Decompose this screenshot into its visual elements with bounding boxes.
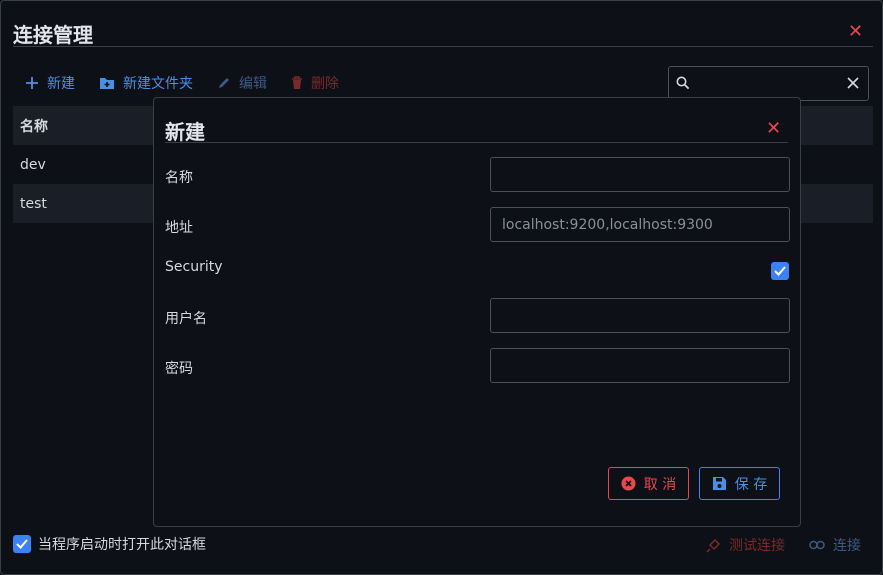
open-on-start-checkbox[interactable]: 当程序启动时打开此对话框: [13, 534, 206, 554]
clear-icon[interactable]: [847, 77, 859, 89]
new-button[interactable]: 新建: [25, 73, 75, 93]
pencil-icon: [219, 78, 229, 88]
search-icon: [676, 76, 690, 90]
cancel-label: 取 消: [643, 476, 677, 493]
username-field[interactable]: [491, 299, 789, 332]
check-icon: [16, 539, 28, 549]
window-title: 连接管理: [13, 23, 93, 47]
new-connection-dialog: 新建 ✕ 名称 地址 Security 用户名 密码 取 消 保 存: [153, 97, 801, 527]
security-label: Security: [165, 259, 223, 275]
title-divider: [13, 46, 873, 47]
test-connection-button[interactable]: 测试连接: [706, 535, 785, 555]
address-label: 地址: [165, 220, 193, 236]
edit-button-label: 编辑: [239, 76, 267, 92]
cancel-circle-icon: [621, 476, 636, 491]
trash-icon: [292, 76, 302, 89]
address-field[interactable]: [491, 208, 789, 241]
open-on-start-label: 当程序启动时打开此对话框: [38, 537, 206, 553]
dialog-title-divider: [165, 142, 788, 143]
password-field[interactable]: [491, 349, 789, 382]
floppy-disk-icon: [712, 477, 726, 490]
column-header-name: 名称: [20, 118, 48, 135]
connect-label: 连接: [833, 538, 861, 554]
plug-icon: [706, 538, 721, 553]
plus-icon: [26, 77, 38, 89]
close-icon[interactable]: ✕: [848, 23, 863, 41]
dialog-title: 新建: [165, 120, 205, 144]
search-box: [668, 66, 869, 101]
address-field-wrapper: [490, 207, 790, 242]
checkbox[interactable]: [13, 535, 31, 553]
password-field-wrapper: [490, 348, 790, 383]
username-field-wrapper: [490, 298, 790, 333]
delete-button-label: 删除: [311, 76, 339, 92]
folder-plus-icon: [100, 78, 114, 89]
new-folder-button[interactable]: 新建文件夹: [99, 73, 193, 93]
name-label: 名称: [165, 170, 193, 186]
new-button-label: 新建: [47, 76, 75, 92]
dialog-close-icon[interactable]: ✕: [766, 120, 781, 138]
edit-button[interactable]: 编辑: [217, 73, 267, 93]
name-field-wrapper: [490, 157, 790, 192]
toolbar: 新建 新建文件夹 编辑 删除: [25, 73, 363, 93]
row-name: dev: [20, 156, 46, 173]
row-name: test: [20, 195, 47, 212]
search-input[interactable]: [695, 73, 839, 95]
name-field[interactable]: [491, 158, 789, 191]
connect-button[interactable]: 连接: [809, 535, 861, 555]
check-icon: [774, 266, 786, 276]
username-label: 用户名: [165, 311, 207, 327]
password-label: 密码: [165, 361, 193, 377]
test-connection-label: 测试连接: [729, 538, 785, 554]
new-folder-button-label: 新建文件夹: [123, 76, 193, 92]
security-checkbox[interactable]: [771, 262, 789, 280]
save-button[interactable]: 保 存: [699, 467, 780, 500]
delete-button[interactable]: 删除: [291, 73, 339, 93]
cancel-button[interactable]: 取 消: [608, 467, 689, 500]
link-icon: [809, 540, 825, 550]
save-label: 保 存: [734, 476, 768, 493]
